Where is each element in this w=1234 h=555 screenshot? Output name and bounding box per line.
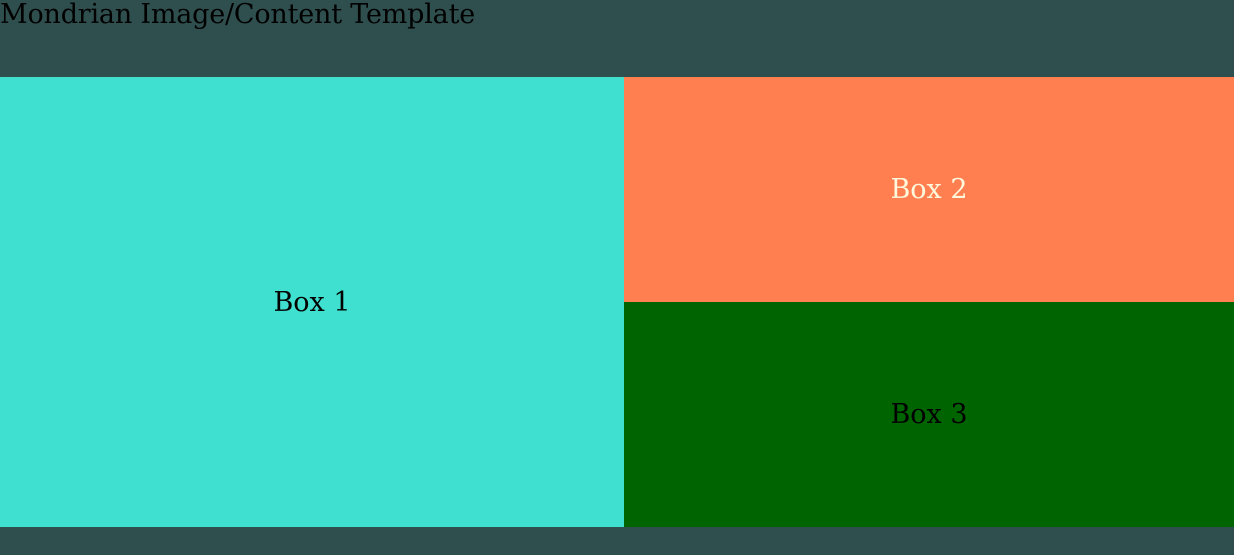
mondrian-grid: Box 1 Box 2 Box 3 [0,77,1234,527]
box-2: Box 2 [624,77,1234,302]
page-title: Mondrian Image/Content Template [0,0,476,30]
page: Mondrian Image/Content Template Box 1 Bo… [0,0,1234,555]
box-3-label: Box 3 [890,399,968,430]
box-2-label: Box 2 [890,174,968,205]
box-1: Box 1 [0,77,624,527]
box-1-label: Box 1 [273,286,351,318]
box-3: Box 3 [624,302,1234,527]
